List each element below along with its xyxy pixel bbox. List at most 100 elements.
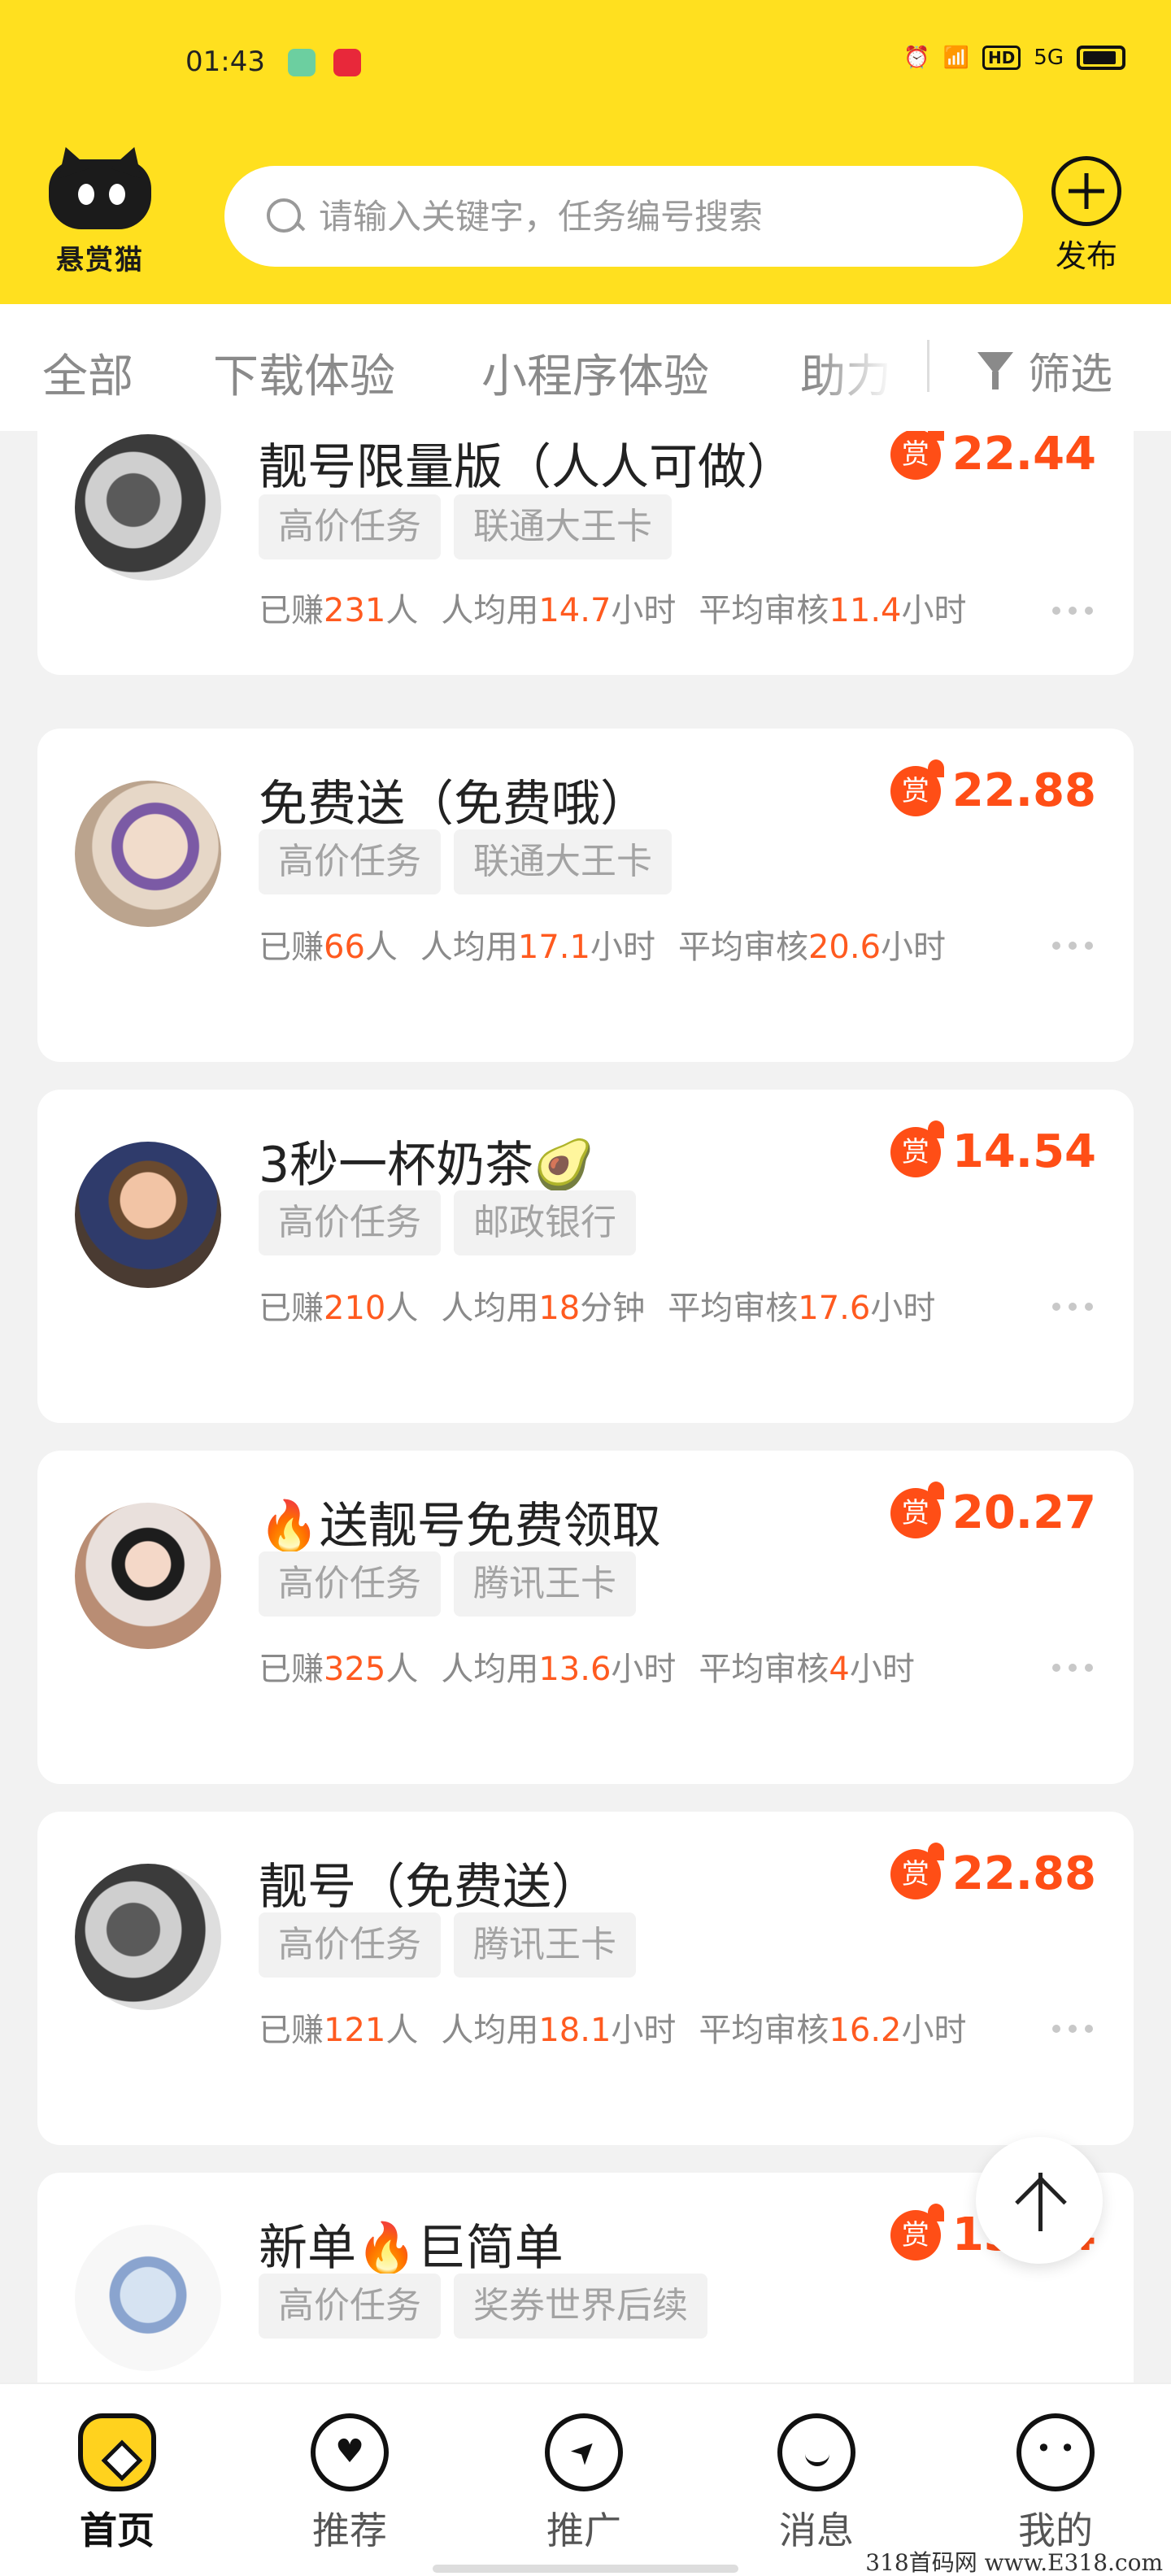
tag: 腾讯王卡 xyxy=(454,1912,636,1978)
reward-badge-icon: 赏 xyxy=(890,1842,944,1899)
search-input[interactable] xyxy=(319,196,969,237)
task-card[interactable]: 免费送（免费哦） 赏 22.88 高价任务 联通大王卡 已赚66人 人均用17.1… xyxy=(37,729,1134,1062)
tag: 高价任务 xyxy=(259,1551,441,1617)
filter-icon xyxy=(976,349,1018,393)
avatar xyxy=(75,1503,221,1649)
task-tags: 高价任务 腾讯王卡 xyxy=(259,1912,636,1978)
task-stats: 已赚325人 人均用13.6小时 平均审核4小时 xyxy=(259,1651,915,1688)
more-options-icon[interactable] xyxy=(1052,1664,1093,1672)
home-indicator xyxy=(433,2565,738,2573)
publish-label: 发布 xyxy=(1055,238,1117,274)
task-card[interactable]: 靓号限量版（人人可做） 赏 22.44 高价任务 联通大王卡 已赚231人 人均用… xyxy=(37,431,1134,675)
tag: 腾讯王卡 xyxy=(454,1551,636,1617)
home-cat-icon xyxy=(78,2413,156,2491)
logo-text: 悬赏猫 xyxy=(56,244,144,276)
nav-label: 首页 xyxy=(80,2509,155,2552)
avatar xyxy=(75,2225,221,2371)
battery-icon xyxy=(1077,46,1125,70)
reward-badge-icon: 赏 xyxy=(890,2203,944,2261)
task-tags: 高价任务 联通大王卡 xyxy=(259,494,672,559)
task-card[interactable]: 🔥送靓号免费领取 赏 20.27 高价任务 腾讯王卡 已赚325人 人均用13.6… xyxy=(37,1451,1134,1784)
reward-badge-icon: 赏 xyxy=(890,1120,944,1177)
reward-amount: 20.27 xyxy=(951,1486,1096,1539)
nav-label: 推广 xyxy=(546,2509,621,2552)
tag: 邮政银行 xyxy=(454,1190,636,1255)
watermark: 318首码网 www.E318.com xyxy=(865,2549,1163,2576)
divider xyxy=(927,340,929,392)
task-tags: 高价任务 腾讯王卡 xyxy=(259,1551,636,1617)
nav-profile[interactable]: 我的 xyxy=(990,2413,1121,2555)
nav-label: 消息 xyxy=(779,2509,854,2552)
task-card[interactable]: 靓号（免费送） 赏 22.88 高价任务 腾讯王卡 已赚121人 人均用18.1小… xyxy=(37,1812,1134,2145)
tab-download[interactable]: 下载体验 xyxy=(213,340,395,406)
reward-amount: 22.88 xyxy=(951,764,1096,817)
app-notification-icon xyxy=(333,49,361,76)
message-bubble-icon xyxy=(777,2413,855,2491)
category-tabs: 全部 下载体验 小程序体验 助力 筛选 xyxy=(0,304,1171,431)
wifi-icon: 📶 xyxy=(942,46,969,70)
reward: 赏 22.88 xyxy=(890,759,1096,817)
more-options-icon[interactable] xyxy=(1052,942,1093,950)
more-options-icon[interactable] xyxy=(1052,1303,1093,1311)
task-card[interactable]: 3秒一杯奶茶🥑 赏 14.54 高价任务 邮政银行 已赚210人 人均用18分钟平… xyxy=(37,1090,1134,1423)
reward-badge-icon: 赏 xyxy=(890,1481,944,1538)
avatar xyxy=(75,781,221,927)
signal-5g-icon: 5G xyxy=(1034,46,1064,70)
search-bar[interactable] xyxy=(224,166,1023,267)
status-time: 01:43 xyxy=(185,46,265,78)
task-stats: 已赚210人 人均用18分钟 平均审核17.6小时 xyxy=(259,1290,936,1327)
app-notification-icon xyxy=(288,49,316,76)
tag: 联通大王卡 xyxy=(454,494,672,559)
status-icons: ⏰ 📶 HD 5G xyxy=(903,46,1125,70)
tag: 高价任务 xyxy=(259,829,441,894)
avatar xyxy=(75,1864,221,2010)
avatar xyxy=(75,434,221,581)
task-tags: 高价任务 奖券世界后续 xyxy=(259,2274,707,2339)
nav-recommend[interactable]: 推荐 xyxy=(285,2413,415,2555)
nav-label: 推荐 xyxy=(312,2509,387,2552)
nav-home[interactable]: 首页 xyxy=(52,2413,182,2555)
tag: 高价任务 xyxy=(259,494,441,559)
tag: 高价任务 xyxy=(259,2274,441,2339)
reward: 赏 22.88 xyxy=(890,1842,1096,1900)
task-stats: 已赚66人 人均用17.1小时 平均审核20.6小时 xyxy=(259,929,947,966)
reward-amount: 22.88 xyxy=(951,1847,1096,1900)
filter-button[interactable]: 筛选 xyxy=(976,340,1112,401)
task-title: 靓号（免费送） xyxy=(259,1859,600,1916)
publish-button[interactable]: 发布 xyxy=(1046,156,1127,278)
reward-amount: 14.54 xyxy=(951,1125,1096,1178)
more-options-icon[interactable] xyxy=(1052,2025,1093,2033)
header-bar: 01:43 ⏰ 📶 HD 5G 悬赏猫 发布 xyxy=(0,0,1171,304)
task-title: 3秒一杯奶茶🥑 xyxy=(259,1137,594,1194)
send-arrow-icon xyxy=(545,2413,623,2491)
heart-bubble-icon xyxy=(311,2413,389,2491)
app-logo: 悬赏猫 xyxy=(41,159,159,276)
task-tags: 高价任务 邮政银行 xyxy=(259,1190,636,1255)
task-stats: 已赚121人 人均用18.1小时 平均审核16.2小时 xyxy=(259,2012,967,2049)
task-list[interactable]: 靓号限量版（人人可做） 赏 22.44 高价任务 联通大王卡 已赚231人 人均用… xyxy=(0,431,1171,2382)
alarm-icon: ⏰ xyxy=(903,46,930,70)
tag: 高价任务 xyxy=(259,1912,441,1978)
reward-badge-icon: 赏 xyxy=(890,759,944,816)
more-options-icon[interactable] xyxy=(1052,607,1093,615)
nav-messages[interactable]: 消息 xyxy=(751,2413,882,2555)
nav-promote[interactable]: 推广 xyxy=(519,2413,649,2555)
task-stats: 已赚231人 人均用14.7小时 平均审核11.4小时 xyxy=(259,592,967,629)
tab-all[interactable]: 全部 xyxy=(42,340,133,406)
tag: 高价任务 xyxy=(259,1190,441,1255)
tag: 联通大王卡 xyxy=(454,829,672,894)
hd-icon: HD xyxy=(982,46,1021,70)
task-card[interactable]: 新单🔥巨简单 赏 13.64 高价任务 奖券世界后续 xyxy=(37,2173,1134,2382)
face-icon xyxy=(1016,2413,1095,2491)
plus-circle-icon xyxy=(1051,156,1121,226)
task-title: 靓号限量版（人人可做） xyxy=(259,439,795,496)
avatar xyxy=(75,1142,221,1288)
filter-label: 筛选 xyxy=(1028,350,1113,399)
reward: 赏 14.54 xyxy=(890,1120,1096,1178)
tag: 奖券世界后续 xyxy=(454,2274,707,2339)
search-icon xyxy=(265,197,304,236)
scroll-to-top-button[interactable] xyxy=(976,2137,1103,2264)
status-bar: 01:43 ⏰ 📶 HD 5G xyxy=(0,0,1171,130)
cat-logo-icon xyxy=(49,159,151,229)
tab-miniprogram[interactable]: 小程序体验 xyxy=(481,340,709,406)
